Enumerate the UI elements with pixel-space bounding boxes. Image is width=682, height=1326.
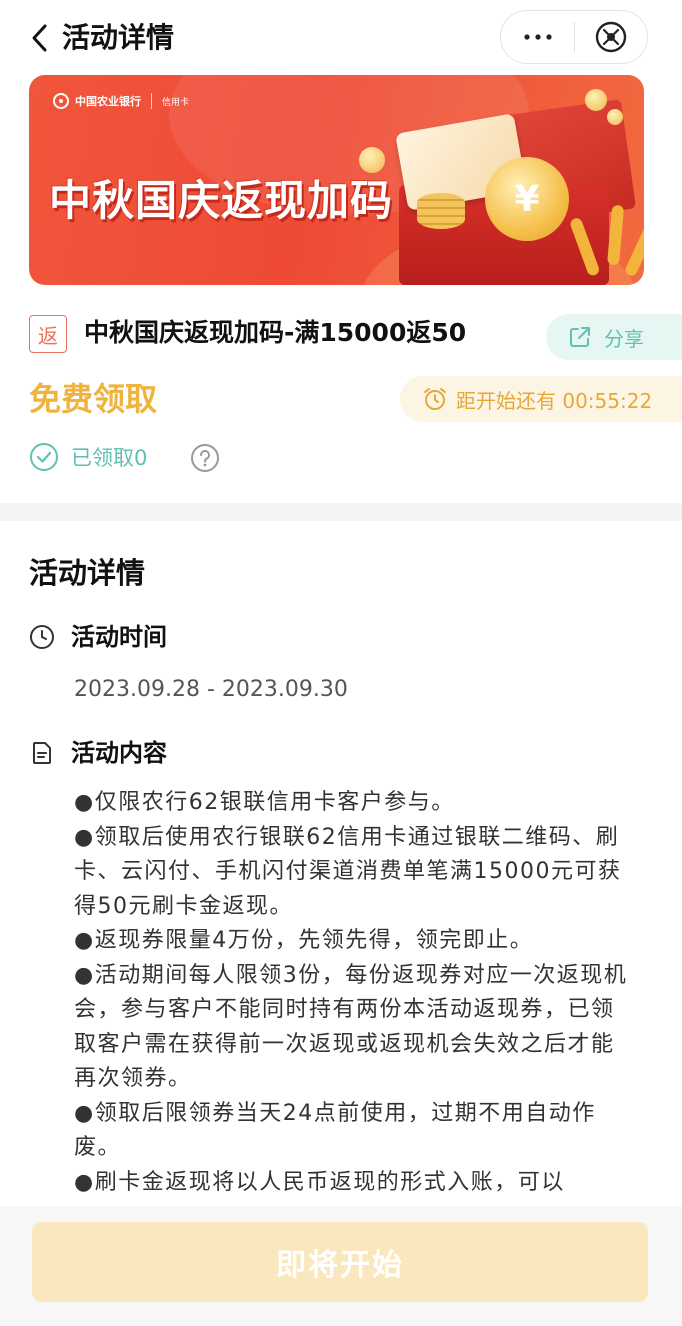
abc-logo-icon: [53, 93, 69, 109]
back-icon[interactable]: [22, 20, 58, 56]
help-icon[interactable]: [190, 443, 220, 473]
coin-illustration: [607, 109, 623, 125]
activity-banner: 中国农业银行 信用卡 中秋国庆返现加码 ¥: [29, 75, 644, 285]
more-icon: [523, 34, 552, 40]
close-button[interactable]: [575, 10, 647, 64]
content-line: ●返现券限量4万份，先领先得，领完即止。: [74, 928, 534, 953]
banner-title: 中秋国庆返现加码: [49, 176, 394, 225]
wheat-illustration: [623, 218, 644, 278]
card-label: 信用卡: [162, 97, 190, 108]
claimed-status: 已领取0: [29, 442, 147, 472]
price-label: 免费领取: [29, 380, 158, 418]
share-label: 分享: [604, 326, 644, 351]
countdown-text: 距开始还有 00:55:22: [456, 388, 653, 413]
content-line: ●仅限农行62银联信用卡客户参与。: [74, 790, 455, 815]
coin-illustration: [359, 147, 385, 173]
coming-soon-label: 即将开始: [276, 1248, 404, 1283]
activity-time-header: 活动时间: [29, 620, 167, 654]
more-button[interactable]: [501, 10, 574, 64]
logo-divider: [151, 93, 152, 109]
content-line: ●活动期间每人限领3份，每份返现券对应一次返现机会，参与客户不能同时持有两份本活…: [74, 962, 628, 1092]
section-divider: [0, 503, 682, 521]
activity-content-body: ●仅限农行62银联信用卡客户参与。 ●领取后使用农行银联62信用卡通过银联二维码…: [74, 786, 636, 1200]
activity-content-header: 活动内容: [29, 736, 167, 770]
content-line: ●领取后限领券当天24点前使用，过期不用自动作废。: [74, 1100, 596, 1161]
activity-time-value: 2023.09.28 - 2023.09.30: [74, 677, 348, 702]
countdown-badge: 距开始还有 00:55:22: [400, 376, 682, 422]
activity-time-label: 活动时间: [71, 623, 167, 651]
nav-header: 活动详情: [0, 0, 682, 76]
mini-program-capsule: [500, 10, 648, 64]
details-section-title: 活动详情: [29, 556, 146, 590]
check-circle-icon: [30, 443, 58, 471]
document-icon: [33, 742, 51, 764]
share-icon: [570, 327, 590, 347]
bank-name: 中国农业银行: [75, 95, 141, 108]
clock-icon: [30, 625, 54, 649]
yuan-coin-illustration: ¥: [485, 157, 569, 241]
coin-illustration: [585, 89, 607, 111]
share-button[interactable]: 分享: [546, 314, 682, 360]
alarm-clock-icon: [424, 388, 446, 410]
bank-logo: 中国农业银行 信用卡: [53, 93, 189, 109]
wheat-illustration: [607, 204, 625, 266]
coin-stack-illustration: [417, 193, 465, 229]
content-line: ●刷卡金返现将以人民币返现的形式入账，可以: [74, 1169, 565, 1195]
activity-name: 中秋国庆返现加码-满15000返50: [84, 318, 467, 347]
cashback-tag: 返: [29, 315, 67, 353]
page-title: 活动详情: [62, 21, 175, 54]
close-icon: [595, 21, 627, 53]
coming-soon-button[interactable]: 即将开始: [32, 1222, 648, 1302]
content-line: ●领取后使用农行银联62信用卡通过银联二维码、刷卡、云闪付、手机闪付渠道消费单笔…: [74, 824, 622, 919]
claimed-count: 已领取0: [71, 446, 148, 470]
activity-content-label: 活动内容: [71, 739, 167, 767]
